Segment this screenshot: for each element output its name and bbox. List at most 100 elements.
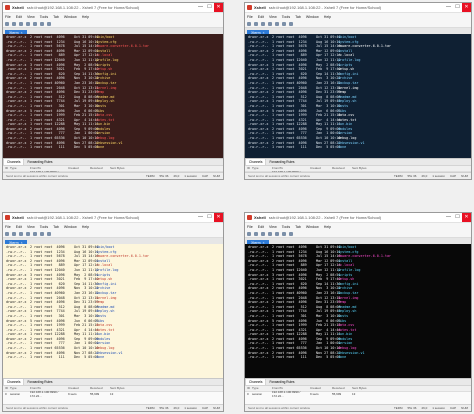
menu-window[interactable]: Window (64, 225, 77, 229)
maximize-button[interactable]: ☐ (205, 3, 214, 12)
open-folder-icon[interactable] (12, 231, 16, 236)
copy-icon[interactable] (19, 21, 23, 26)
menu-view[interactable]: View (269, 15, 277, 19)
panel-tabs: Channels Forwarding Rules (3, 379, 223, 386)
tab-channels[interactable]: Channels (3, 159, 25, 165)
menu-file[interactable]: File (5, 225, 11, 229)
print-icon[interactable] (282, 21, 286, 26)
close-button[interactable]: ✕ (462, 3, 471, 12)
paste-icon[interactable] (26, 231, 30, 236)
terminal-area[interactable]: drwxr-xr-x 2 root root 4096 Oct 31 09:41 sb… (3, 244, 223, 378)
open-folder-icon[interactable] (254, 21, 258, 26)
terminal-area[interactable]: drwxr-xr-x 2 root root 4096 Oct 31 09:41 sb… (3, 34, 223, 158)
menu-edit[interactable]: Edit (16, 15, 22, 19)
status-cap: CAP (449, 406, 457, 410)
window-controls: — ☐ ✕ (196, 3, 223, 12)
menu-edit[interactable]: Edit (258, 15, 264, 19)
paste-icon[interactable] (26, 21, 30, 26)
menu-help[interactable]: Help (324, 225, 331, 229)
menu-tools[interactable]: Tools (40, 225, 48, 229)
toolbar (3, 20, 223, 28)
copy-icon[interactable] (261, 21, 265, 26)
terminal-area[interactable]: drwxr-xr-x 2 root root 4096 Oct 31 09:41 sb… (245, 34, 471, 158)
tab-forwarding-rules[interactable]: Forwarding Rules (266, 159, 297, 165)
tab-channels[interactable]: Channels (3, 379, 25, 385)
status-bar: Send text to all sessions within current… (245, 404, 471, 411)
tab-forwarding-rules[interactable]: Forwarding Rules (24, 159, 55, 165)
menu-edit[interactable]: Edit (16, 225, 22, 229)
print-icon[interactable] (40, 21, 44, 26)
minimize-button[interactable]: — (196, 3, 205, 12)
close-button[interactable]: ✕ (214, 213, 223, 222)
open-folder-icon[interactable] (12, 21, 16, 26)
status-items: TERM 55x 36 26,0 1 session CAP NUM (394, 174, 471, 178)
table-row[interactable]: 0 session 192.168.1.100:9990 / 172.22...… (3, 390, 223, 398)
maximize-button[interactable]: ☐ (453, 3, 462, 12)
settings-icon[interactable] (289, 21, 293, 26)
copy-icon[interactable] (19, 231, 23, 236)
search-icon[interactable] (33, 231, 37, 236)
column-header: Type (10, 166, 17, 171)
minimize-button[interactable]: — (444, 3, 453, 12)
maximize-button[interactable]: ☐ (453, 213, 462, 222)
cell-created: 9 secs (310, 391, 319, 396)
menu-help[interactable]: Help (82, 15, 89, 19)
status-term: TERM (393, 174, 403, 178)
terminal-line: -rw-r--r-- 1 root root 111 Dec 5 05:05 done (248, 355, 471, 360)
paste-icon[interactable] (268, 231, 272, 236)
menu-help[interactable]: Help (324, 15, 331, 19)
table-row[interactable]: 0 session 192.168.1.100:9990 / 172.22...… (245, 390, 471, 398)
tab-forwarding-rules[interactable]: Forwarding Rules (266, 379, 297, 385)
menu-view[interactable]: View (269, 225, 277, 229)
tab-channels[interactable]: Channels (245, 159, 267, 165)
menu-edit[interactable]: Edit (258, 225, 264, 229)
menu-tools[interactable]: Tools (282, 15, 290, 19)
new-session-icon[interactable] (5, 231, 9, 236)
menu-tools[interactable]: Tools (40, 15, 48, 19)
terminal-area[interactable]: drwxr-xr-x 2 root root 4096 Oct 31 09:41 sb… (245, 244, 471, 378)
minimize-button[interactable]: — (444, 213, 453, 222)
menu-tab[interactable]: Tab (53, 15, 59, 19)
menu-window[interactable]: Window (64, 15, 77, 19)
new-session-icon[interactable] (5, 21, 9, 26)
menu-window[interactable]: Window (306, 15, 319, 19)
menu-view[interactable]: View (27, 15, 35, 19)
menu-tools[interactable]: Tools (282, 225, 290, 229)
close-button[interactable]: ✕ (214, 3, 223, 12)
menu-help[interactable]: Help (82, 225, 89, 229)
minimize-button[interactable]: — (196, 213, 205, 222)
menu-tab[interactable]: Tab (53, 225, 59, 229)
copy-icon[interactable] (261, 231, 265, 236)
menu-window[interactable]: Window (306, 225, 319, 229)
settings-icon[interactable] (47, 21, 51, 26)
menu-tab[interactable]: Tab (295, 15, 301, 19)
xshell-window-2: Xshell ssh://root@192.168.1.108:22 - Xsh… (244, 2, 472, 180)
paste-icon[interactable] (268, 21, 272, 26)
print-icon[interactable] (282, 231, 286, 236)
search-icon[interactable] (33, 21, 37, 26)
menu-file[interactable]: File (5, 15, 11, 19)
column-header: Sent Bytes (352, 386, 367, 391)
search-icon[interactable] (275, 231, 279, 236)
maximize-button[interactable]: ☐ (205, 213, 214, 222)
column-header: Received (90, 386, 103, 391)
print-icon[interactable] (40, 231, 44, 236)
tunneling-panel: Channels Forwarding Rules ID Type From/T… (3, 378, 223, 406)
status-sessions: 1 session (184, 174, 197, 178)
close-button[interactable]: ✕ (462, 213, 471, 222)
search-icon[interactable] (275, 21, 279, 26)
tab-forwarding-rules[interactable]: Forwarding Rules (24, 379, 55, 385)
menu-file[interactable]: File (247, 225, 253, 229)
settings-icon[interactable] (289, 231, 293, 236)
settings-icon[interactable] (47, 231, 51, 236)
menu-file[interactable]: File (247, 15, 253, 19)
window-title: ssh://root@192.168.1.108:22 - Xshell 7 (… (268, 5, 382, 10)
status-cursor: 26,0 (421, 174, 428, 178)
menu-view[interactable]: View (27, 225, 35, 229)
menu-tab[interactable]: Tab (295, 225, 301, 229)
toolbar (3, 230, 223, 238)
new-session-icon[interactable] (247, 21, 251, 26)
open-folder-icon[interactable] (254, 231, 258, 236)
tab-channels[interactable]: Channels (245, 379, 267, 385)
new-session-icon[interactable] (247, 231, 251, 236)
